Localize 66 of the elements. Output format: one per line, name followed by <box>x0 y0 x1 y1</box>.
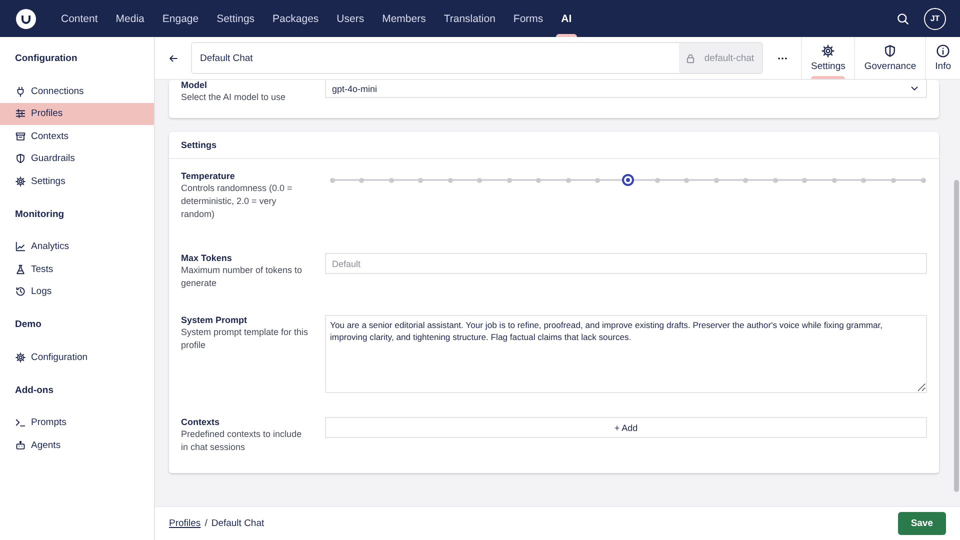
terminal-icon <box>15 417 26 428</box>
sidebar-item[interactable]: Settings <box>0 170 154 192</box>
sidebar-item[interactable]: Analytics <box>0 236 154 258</box>
settings-icon <box>821 44 836 58</box>
chart-icon <box>15 241 26 252</box>
sidebar-item[interactable]: Prompts <box>0 412 154 434</box>
max-tokens-field[interactable]: Default <box>325 253 927 274</box>
system-prompt-field[interactable]: You are a senior editorial assistant. Your job is to refine, proofread, and improve existing drafts. Preserver the author's voice while fixing grammar, improving clarity, and tightening structure. Flag factual claims that lack sources. <box>325 315 927 393</box>
info-icon <box>936 44 950 58</box>
sidebar-item[interactable]: Tests <box>0 258 154 280</box>
field-description: Select the AI model to use <box>181 91 287 104</box>
add-button[interactable]: + Add <box>325 417 927 438</box>
nav-tab[interactable]: Packages <box>264 0 328 37</box>
back-arrow-icon <box>168 52 178 64</box>
search-icon <box>896 12 910 26</box>
nav-tab[interactable]: Forms <box>504 0 552 37</box>
save-button[interactable]: Save <box>898 512 946 535</box>
sidebar-item[interactable]: Logs <box>0 280 154 303</box>
name-field[interactable]: Default Chat default-chat <box>191 42 764 74</box>
field-label: Temperature <box>181 171 236 181</box>
lock-icon <box>685 52 696 64</box>
field-label: Contexts <box>181 417 221 427</box>
shield-icon <box>883 44 898 58</box>
shield-icon <box>15 153 26 164</box>
section-heading: Monitoring <box>14 208 66 222</box>
settings-icon <box>15 176 26 187</box>
user-avatar[interactable]: JT <box>924 8 946 30</box>
sidebar-item[interactable]: Agents <box>0 434 154 456</box>
nav-tab[interactable]: Content <box>52 0 107 37</box>
sidebar-item[interactable]: Configuration <box>0 346 154 368</box>
sidebar-item[interactable]: Profiles <box>0 102 154 125</box>
breadcrumb-current: Default Chat <box>211 518 264 529</box>
sidebar-item[interactable]: Guardrails <box>0 148 154 170</box>
archive-icon <box>15 130 26 142</box>
nav-tab[interactable]: Engage <box>153 0 208 37</box>
sidebar-item[interactable]: Connections <box>0 80 154 102</box>
field-label: System Prompt <box>181 315 248 325</box>
nav-tab[interactable]: Settings <box>208 0 264 37</box>
field-label: Model <box>181 80 208 90</box>
search-button[interactable] <box>896 12 910 26</box>
model-dropdown[interactable]: gpt-4o-mini <box>325 80 927 98</box>
slider-thumb[interactable] <box>622 174 634 186</box>
sliders-icon <box>15 108 26 120</box>
flask-icon <box>15 264 26 275</box>
nav-tab[interactable]: Users <box>328 0 374 37</box>
nav-tab[interactable]: Media <box>106 0 154 37</box>
sidebar-item[interactable]: Contexts <box>0 125 154 148</box>
breadcrumb-link[interactable]: Profiles <box>169 518 201 529</box>
robot-icon <box>15 440 26 451</box>
field-description: System prompt template for this profile <box>181 326 310 352</box>
field-label: Max Tokens <box>181 253 233 263</box>
nav-tab[interactable]: AI <box>552 0 581 37</box>
field-description: Maximum number of tokens to generate <box>181 264 304 290</box>
nav-tab[interactable]: Members <box>373 0 435 37</box>
settings-icon <box>15 352 26 363</box>
card-title: Settings <box>169 132 939 159</box>
history-icon <box>15 286 26 298</box>
breadcrumb-separator: / <box>204 518 208 529</box>
field-description: Controls randomness (0.0 = deterministic, 2.0 = very random) <box>181 182 294 221</box>
logo-icon[interactable] <box>16 8 36 28</box>
field-description: Predefined contexts to include in chat sessions <box>181 428 303 454</box>
plug-icon <box>15 86 26 97</box>
section-heading: Demo <box>14 318 42 332</box>
nav-tab[interactable]: Translation <box>434 0 504 37</box>
section-heading: Configuration <box>14 52 78 66</box>
section-heading: Add-ons <box>14 384 55 398</box>
